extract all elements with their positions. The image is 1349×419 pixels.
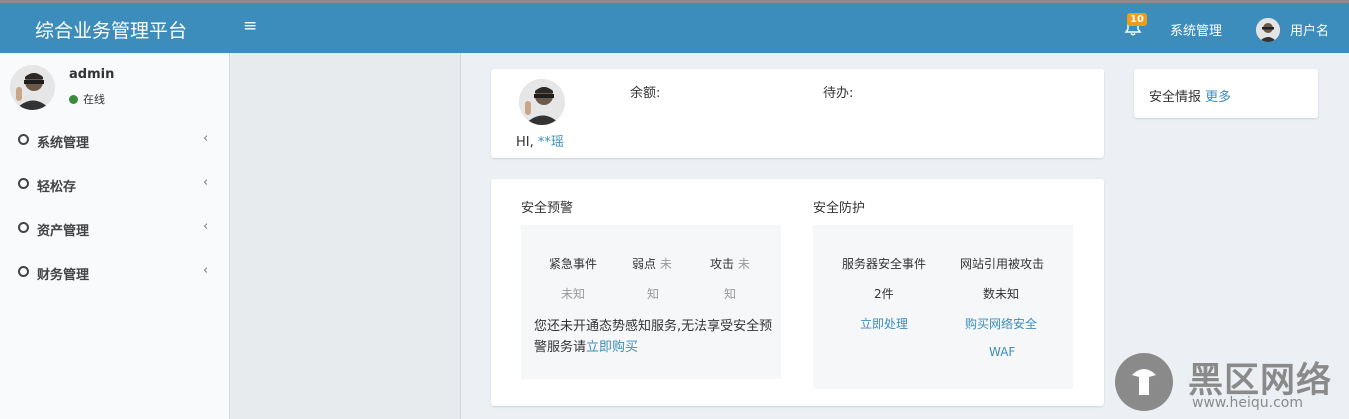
website-attacked-label: 网站引用被攻击 [960, 257, 1045, 271]
server-events-label: 服务器安全事件 [842, 257, 927, 271]
sidebar-item-label: 系统管理 [37, 136, 90, 151]
website-attacked-value: 数未知 [983, 287, 1020, 301]
security-protection-title: 安全防护 [813, 201, 866, 216]
buy-waf-link-line2[interactable]: WAF [989, 345, 1015, 359]
sidebar-avatar [10, 65, 55, 110]
balance-label: 余额: [630, 86, 661, 101]
sidebar-item-label: 资产管理 [37, 224, 90, 239]
greeting-username-link[interactable]: **瑶 [538, 135, 564, 150]
profile-avatar [519, 79, 565, 125]
sidebar-item-label: 轻松存 [37, 180, 77, 195]
sidebar-user-name: admin [69, 67, 115, 82]
emergency-events-value: 未知 [561, 287, 586, 301]
weakness-value-part1: 未 [659, 257, 672, 271]
chevron-left-icon: ‹ [203, 263, 209, 278]
user-status-text: 在线 [83, 93, 105, 106]
sidebar-item-asset-management[interactable]: 资产管理 ‹ [0, 208, 229, 252]
sidebar-item-system-management[interactable]: 系统管理 ‹ [0, 120, 229, 164]
todo-label: 待办: [823, 86, 854, 101]
attack-value-part1: 未 [737, 257, 750, 271]
notification-count-badge: 10 [1127, 13, 1147, 26]
security-intel-title: 安全情报 更多 [1149, 86, 1231, 105]
security-intel-card: 安全情报 更多 [1134, 69, 1318, 118]
emergency-events-label: 紧急事件 [549, 257, 598, 271]
greeting-text: HI, [516, 135, 534, 150]
buy-now-link[interactable]: 立即购买 [586, 340, 638, 355]
app-title[interactable]: 综合业务管理平台 [35, 16, 187, 43]
chevron-left-icon: ‹ [203, 219, 209, 234]
online-status-dot [69, 95, 78, 104]
site-watermark: 黑区网络 www.heiqu.com [1110, 350, 1349, 419]
security-card: 安全预警 安全防护 紧急事件 未知 弱点 未 知 攻击 未 知 您还未开通态势感… [491, 179, 1104, 406]
sidebar: admin 在线 系统管理 ‹ 轻松存 ‹ 资产管理 ‹ 财务管理 ‹ [0, 53, 230, 419]
circle-icon [18, 266, 29, 277]
more-link[interactable]: 更多 [1205, 90, 1231, 105]
circle-icon [18, 222, 29, 233]
weakness-stat: 弱点 未 [632, 255, 672, 272]
buy-waf-link[interactable]: 购买网络安全 [965, 315, 1037, 332]
security-warning-panel: 紧急事件 未知 弱点 未 知 攻击 未 知 您还未开通态势感知服务,无法享受安全… [521, 225, 781, 379]
notice-text: 您还未开通态势感知服务,无法享受安全预警服务请 [534, 319, 773, 355]
menu-toggle-icon[interactable]: ≡ [243, 16, 257, 36]
weakness-value-part2: 知 [647, 287, 660, 301]
sidebar-item-label: 财务管理 [37, 268, 90, 283]
attack-value-part2: 知 [724, 287, 737, 301]
watermark-url: www.heiqu.com [1192, 395, 1304, 411]
profile-card: HI, **瑶 余额: 待办: [491, 69, 1104, 158]
attack-label: 攻击 [710, 257, 735, 271]
greeting: HI, **瑶 [516, 131, 564, 150]
secondary-panel [231, 53, 461, 419]
system-management-link[interactable]: 系统管理 [1170, 20, 1222, 39]
situational-awareness-notice: 您还未开通态势感知服务,无法享受安全预警服务请立即购买 [534, 316, 774, 358]
security-protection-panel: 服务器安全事件 2件 立即处理 网站引用被攻击 数未知 购买网络安全 WAF [813, 225, 1073, 389]
handle-now-link[interactable]: 立即处理 [860, 315, 908, 332]
server-events-value: 2件 [874, 287, 894, 301]
circle-icon [18, 134, 29, 145]
top-navbar: 综合业务管理平台 ≡ 10 系统管理 用户名 [0, 0, 1349, 53]
chevron-left-icon: ‹ [203, 131, 209, 146]
user-menu-name[interactable]: 用户名 [1290, 20, 1329, 39]
circle-icon [18, 178, 29, 189]
security-intel-label: 安全情报 [1149, 90, 1202, 105]
weakness-label: 弱点 [632, 257, 657, 271]
attack-stat: 攻击 未 [710, 255, 750, 272]
user-avatar[interactable] [1256, 18, 1280, 42]
user-status: 在线 [69, 91, 105, 107]
watermark-logo-icon [1115, 353, 1173, 411]
sidebar-item-easy-storage[interactable]: 轻松存 ‹ [0, 164, 229, 208]
sidebar-item-finance-management[interactable]: 财务管理 ‹ [0, 252, 229, 296]
chevron-left-icon: ‹ [203, 175, 209, 190]
security-warning-title: 安全预警 [521, 201, 574, 216]
